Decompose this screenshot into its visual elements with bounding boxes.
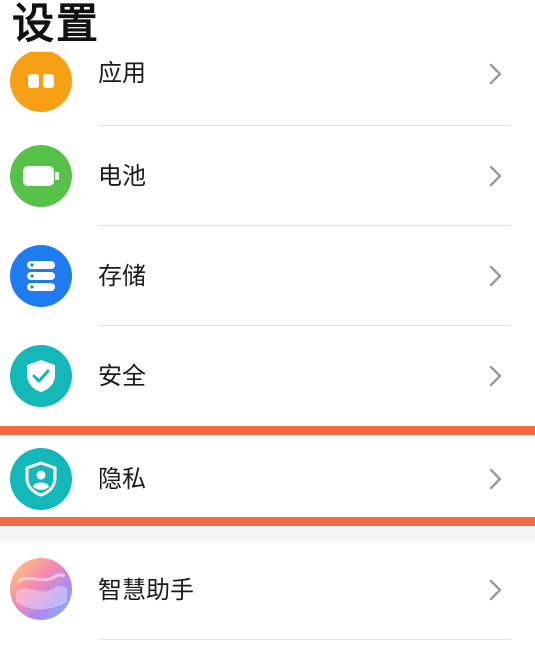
settings-item-smart-assistant[interactable]: 智慧助手: [0, 539, 535, 640]
assistant-icon: [10, 558, 72, 620]
chevron-right-icon: [489, 579, 502, 601]
privacy-icon: [10, 448, 72, 510]
shield-check-icon: [10, 345, 72, 407]
chevron-right-icon: [489, 63, 502, 85]
chevron-right-icon: [489, 468, 502, 490]
settings-item-label: 安全: [98, 362, 146, 390]
highlight-bar-bottom: [0, 517, 535, 526]
settings-item-label: 存储: [98, 262, 146, 290]
settings-item-battery[interactable]: 电池: [0, 126, 535, 226]
page-title: 设置: [12, 0, 109, 52]
chevron-right-icon: [489, 265, 502, 287]
storage-icon: [10, 245, 72, 307]
settings-item-label: 隐私: [98, 465, 146, 493]
settings-item-security[interactable]: 安全: [0, 326, 535, 426]
settings-item-label: 应用: [98, 59, 146, 87]
settings-list: 应用 电池 存储 安全 隐私 智慧助手: [0, 0, 535, 656]
settings-item-privacy[interactable]: 隐私: [0, 427, 535, 527]
chevron-right-icon: [489, 165, 502, 187]
divider: [98, 639, 511, 640]
settings-item-storage[interactable]: 存储: [0, 226, 535, 326]
settings-item-label: 电池: [98, 162, 146, 190]
settings-item-label: 智慧助手: [98, 576, 194, 604]
chevron-right-icon: [489, 365, 502, 387]
apps-icon: [10, 50, 72, 112]
battery-icon: [10, 145, 72, 207]
